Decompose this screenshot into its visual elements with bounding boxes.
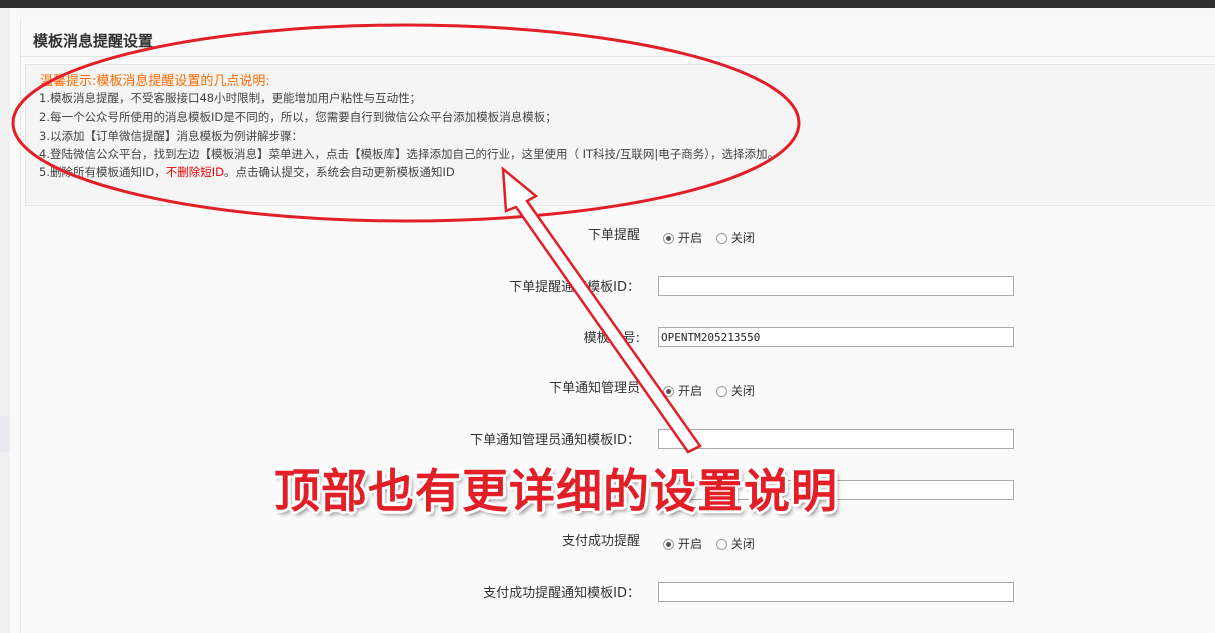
tip-line-5-prefix: 5.删除所有模板通知ID，: [39, 165, 166, 179]
admin-notify-on-label: 开启: [678, 384, 703, 398]
admin-notify-off-label: 关闭: [730, 384, 755, 398]
order-template-id-label: 下单提醒通知模板ID：: [509, 280, 640, 295]
order-remind-off[interactable]: 关闭: [715, 231, 755, 245]
pay-template-id-label: 支付成功提醒通知模板ID：: [483, 586, 640, 601]
radio-unchecked-icon[interactable]: [715, 386, 727, 397]
tip-line-5-suffix: 。点击确认提交，系统会自动更新模板通知ID: [223, 165, 455, 179]
top-bar: [0, 0, 1215, 8]
left-strip: [0, 8, 10, 633]
panel-title: 模板消息提醒设置: [33, 32, 154, 50]
tip-line-5: 5.删除所有模板通知ID，不删除短ID。点击确认提交，系统会自动更新模板通知ID: [39, 164, 455, 180]
radio-unchecked-icon[interactable]: [715, 233, 727, 244]
pay-success-on[interactable]: 开启: [663, 537, 702, 551]
tip-line-5-highlight: 不删除短ID: [165, 165, 224, 179]
radio-checked-icon[interactable]: [663, 386, 674, 397]
order-template-id-input[interactable]: [658, 276, 1014, 296]
radio-checked-icon[interactable]: [663, 539, 674, 550]
tips-title: 温馨提示:模板消息提醒设置的几点说明:: [40, 74, 270, 89]
tip-line-2: 2.每一个公众号所使用的消息模板ID是不同的，所以，您需要自行到微信公众平台添加…: [39, 110, 557, 124]
pay-template-id-input[interactable]: [658, 582, 1014, 602]
radio-unchecked-icon[interactable]: [715, 539, 727, 550]
admin-notify-off[interactable]: 关闭: [715, 384, 755, 398]
template-no-label: 模板编号:: [583, 331, 640, 346]
admin-template-id-input[interactable]: [658, 429, 1014, 449]
pay-success-off-label: 关闭: [730, 537, 755, 551]
pay-success-radios: 开启 关闭: [663, 535, 765, 552]
pay-success-label: 支付成功提醒: [561, 534, 640, 549]
radio-checked-icon[interactable]: [663, 233, 674, 244]
order-remind-radios: 开启 关闭: [663, 229, 765, 246]
admin-notify-label: 下单通知管理员: [548, 381, 640, 396]
order-remind-off-label: 关闭: [730, 231, 755, 245]
order-remind-label: 下单提醒: [587, 228, 640, 243]
pay-success-on-label: 开启: [678, 537, 703, 551]
left-strip-marker: [0, 416, 10, 452]
tips-box: 温馨提示:模板消息提醒设置的几点说明: 1.模板消息提醒，不受客服接口48小时限…: [25, 64, 1215, 206]
panel-header: 模板消息提醒设置: [21, 18, 1215, 57]
order-remind-on-label: 开启: [678, 231, 703, 245]
tip-line-4: 4.登陆微信公众平台，找到左边【模板消息】菜单进入，点击【模板库】选择添加自己的…: [39, 147, 780, 161]
pay-success-off[interactable]: 关闭: [715, 537, 755, 551]
tip-line-3: 3.以添加【订单微信提醒】消息模板为例讲解步骤：: [39, 129, 303, 143]
admin-template-id-label: 下单通知管理员通知模板ID：: [470, 433, 640, 448]
admin-notify-radios: 开启 关闭: [663, 382, 765, 399]
annotation-callout: 顶部也有更详细的设置说明: [274, 464, 838, 518]
order-remind-on[interactable]: 开启: [663, 231, 702, 245]
tip-line-1: 1.模板消息提醒，不受客服接口48小时限制，更能增加用户粘性与互动性；: [39, 91, 422, 105]
template-no-input[interactable]: [658, 327, 1014, 347]
admin-notify-on[interactable]: 开启: [663, 384, 702, 398]
